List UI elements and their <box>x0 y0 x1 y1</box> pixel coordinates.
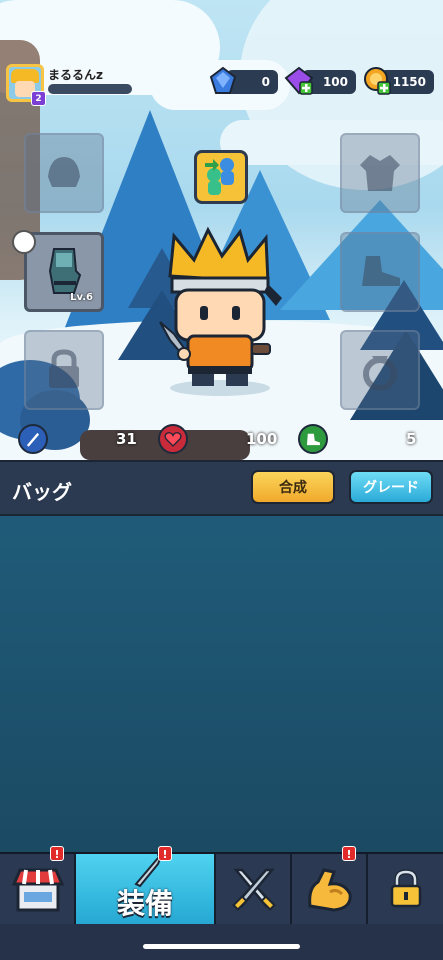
bag-inventory-area <box>0 516 443 852</box>
grade-button[interactable]: グレード <box>349 470 433 504</box>
crossed-swords-icon <box>232 868 276 911</box>
player-level-badge: 2 <box>31 91 46 106</box>
health-value: 100 <box>246 430 278 448</box>
boots-slot-empty[interactable] <box>340 232 420 312</box>
tab-training[interactable] <box>292 854 368 924</box>
training-alert-badge: ! <box>342 846 356 861</box>
ring-slot-empty[interactable] <box>340 330 420 410</box>
tab-equipment-label: 装備 <box>116 887 173 920</box>
ring-icon <box>363 356 397 391</box>
padlock-icon <box>390 869 422 908</box>
ninja-hero-character <box>159 226 282 396</box>
speed-value: 5 <box>406 430 417 448</box>
locked-slot-left[interactable] <box>24 330 104 410</box>
flexed-arm-icon <box>308 868 352 912</box>
attack-icon <box>18 424 48 454</box>
hand-pointer-icon <box>12 230 36 254</box>
lock-icon <box>49 349 79 388</box>
blue-gem-icon <box>209 66 237 94</box>
armor-icon <box>360 155 400 191</box>
swap-character-button[interactable] <box>194 150 248 204</box>
tab-battle[interactable] <box>216 854 292 924</box>
shop-icon <box>12 868 64 912</box>
equipment-alert-badge: ! <box>158 846 172 861</box>
health-heart-icon <box>158 424 188 454</box>
gold-coin-add-icon[interactable] <box>362 66 392 96</box>
tab-shop[interactable] <box>0 854 76 924</box>
gloves-level-label: Lv.6 <box>70 292 93 303</box>
shop-alert-badge: ! <box>50 846 64 861</box>
gloves-slot-equipped[interactable]: Lv.6 <box>24 232 104 312</box>
speed-boot-icon <box>298 424 328 454</box>
helmet-slot-empty[interactable] <box>24 133 104 213</box>
home-indicator[interactable] <box>143 944 300 949</box>
swap-character-icon <box>205 158 234 195</box>
player-name: まるるんz <box>48 68 103 82</box>
attack-value: 31 <box>116 430 137 448</box>
tab-locked[interactable] <box>368 854 443 924</box>
boots-icon <box>362 256 400 286</box>
gauntlet-icon <box>48 248 82 294</box>
tab-equipment[interactable]: 装備 <box>76 849 216 924</box>
player-xp-bar <box>48 84 132 94</box>
armor-slot-empty[interactable] <box>340 133 420 213</box>
merge-button[interactable]: 合成 <box>251 470 335 504</box>
purple-gem-add-icon[interactable] <box>284 66 314 96</box>
bag-title: バッグ <box>12 480 72 504</box>
helmet-icon <box>48 157 80 187</box>
